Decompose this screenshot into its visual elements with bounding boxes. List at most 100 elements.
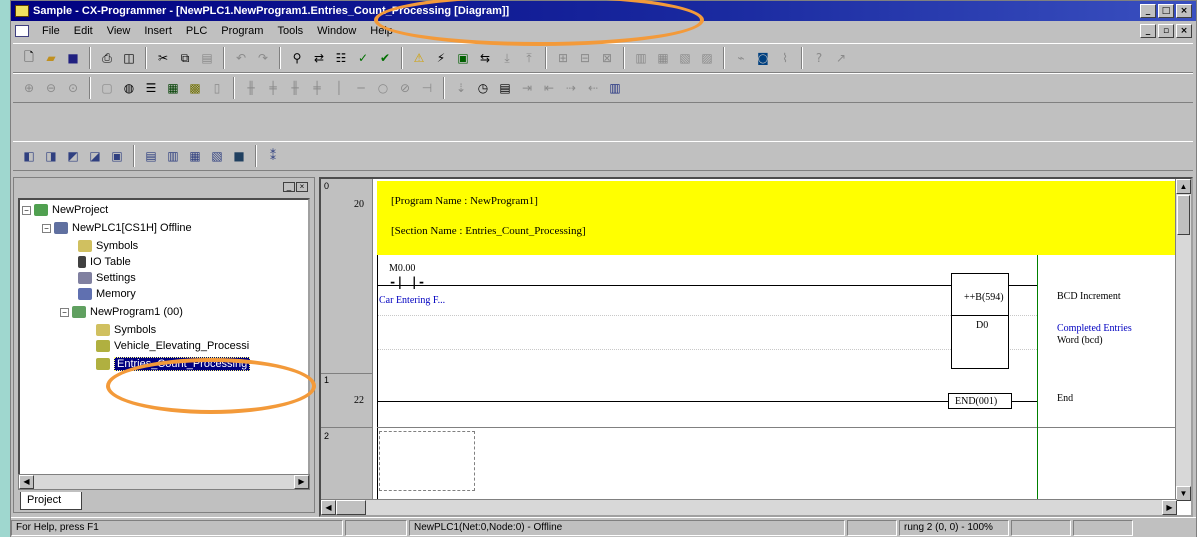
clock-icon[interactable]: ◷	[473, 78, 493, 98]
maximize-button[interactable]: □	[1158, 4, 1174, 18]
contact-nc-icon[interactable]: ╪	[263, 78, 283, 98]
menu-insert[interactable]: Insert	[137, 25, 179, 37]
print-icon[interactable]: ⎙	[97, 48, 117, 68]
scroll-right-icon[interactable]: ▶	[1162, 500, 1177, 515]
download-icon[interactable]: ⤓	[497, 48, 517, 68]
pane-minimize-icon[interactable]: _	[283, 182, 295, 192]
end-instruction-block[interactable]: END(001)	[948, 393, 1012, 409]
memory-view-icon[interactable]: ■	[229, 146, 249, 166]
tree-item-io-table[interactable]: IO Table	[78, 254, 131, 270]
horizontal-line-icon[interactable]: ─	[351, 78, 371, 98]
title-bar[interactable]: Sample - CX-Programmer - [NewPLC1.NewPro…	[11, 1, 1196, 21]
instruction-block[interactable]: ++B(594) D0	[951, 273, 1009, 369]
menu-help[interactable]: Help	[363, 25, 400, 37]
scroll-thumb[interactable]	[336, 500, 366, 515]
select-mode-icon[interactable]: ▢	[97, 78, 117, 98]
scroll-up-icon[interactable]: ▲	[1176, 179, 1191, 194]
calendar-icon[interactable]: ▤	[495, 78, 515, 98]
collapse-icon[interactable]: −	[22, 205, 31, 215]
compile-icon[interactable]: ✓	[353, 48, 373, 68]
output-window-icon[interactable]: ◨	[41, 146, 61, 166]
scroll-left-icon[interactable]: ◀	[321, 500, 336, 515]
zoom-fit-icon[interactable]: ⊙	[63, 78, 83, 98]
contact-no-icon[interactable]: ╫	[241, 78, 261, 98]
cross-reference-icon[interactable]: ☷	[331, 48, 351, 68]
tree-item-program[interactable]: − NewProgram1 (00)	[60, 304, 183, 320]
menu-window[interactable]: Window	[310, 25, 363, 37]
goto-icon[interactable]: ⇢	[561, 78, 581, 98]
menu-plc[interactable]: PLC	[179, 25, 214, 37]
scroll-right-icon[interactable]: ▶	[294, 475, 309, 489]
contact-or-no-icon[interactable]: ╫	[285, 78, 305, 98]
differential-monitor-icon[interactable]: ⌁	[731, 48, 751, 68]
scroll-down-icon[interactable]: ▼	[1176, 486, 1191, 501]
jump-back-icon[interactable]: ⇤	[539, 78, 559, 98]
collapse-icon[interactable]: −	[60, 307, 69, 317]
copy-icon[interactable]: ⧉	[175, 48, 195, 68]
set-icon[interactable]: ▨	[697, 48, 717, 68]
diagram-horizontal-scrollbar[interactable]: ◀ ▶	[321, 499, 1177, 515]
tree-item-program-symbols[interactable]: Symbols	[96, 322, 156, 338]
project-window-icon[interactable]: ◧	[19, 146, 39, 166]
block-icon[interactable]: ▥	[605, 78, 625, 98]
redo-icon[interactable]: ↷	[253, 48, 273, 68]
scroll-thumb[interactable]	[1177, 195, 1190, 235]
cut-icon[interactable]: ✂	[153, 48, 173, 68]
replace-icon[interactable]: ⇄	[309, 48, 329, 68]
tree-item-memory[interactable]: Memory	[78, 286, 136, 302]
monitor-icon[interactable]: ▣	[453, 48, 473, 68]
menu-tools[interactable]: Tools	[270, 25, 310, 37]
global-symbols-icon[interactable]: ▧	[207, 146, 227, 166]
show-rung-annotation-icon[interactable]: ▩	[185, 78, 205, 98]
coil-no-icon[interactable]: ○	[373, 78, 393, 98]
paste-icon[interactable]: ▤	[197, 48, 217, 68]
zoom-in-icon[interactable]: ⊕	[19, 78, 39, 98]
contact-no-symbol[interactable]: -| |-	[389, 275, 425, 289]
mnemonic-view-icon[interactable]: ▥	[163, 146, 183, 166]
menu-file[interactable]: File	[35, 25, 67, 37]
pane-close-icon[interactable]: ×	[296, 182, 308, 192]
diagram-vertical-scrollbar[interactable]: ▲ ▼	[1175, 179, 1191, 501]
mdi-close-button[interactable]: ×	[1176, 24, 1192, 38]
close-button[interactable]: ×	[1176, 4, 1192, 18]
data-trace-icon[interactable]: ◙	[753, 48, 773, 68]
menu-edit[interactable]: Edit	[67, 25, 100, 37]
undo-icon[interactable]: ↶	[231, 48, 251, 68]
help-icon[interactable]: ?	[809, 48, 829, 68]
tree-item-section-vehicle[interactable]: Vehicle_Elevating_Processi	[96, 338, 249, 354]
menu-program[interactable]: Program	[214, 25, 270, 37]
scroll-left-icon[interactable]: ◀	[19, 475, 34, 489]
tree-item-project[interactable]: − NewProject	[22, 202, 108, 218]
online-edit-cancel-icon[interactable]: ⊠	[597, 48, 617, 68]
document-icon[interactable]	[15, 25, 29, 37]
print-preview-icon[interactable]: ◫	[119, 48, 139, 68]
transfer-icon[interactable]: ⇆	[475, 48, 495, 68]
tab-project[interactable]: Project	[20, 492, 82, 510]
contact-or-nc-icon[interactable]: ╪	[307, 78, 327, 98]
online-icon[interactable]: ⚡	[431, 48, 451, 68]
tree-item-symbols[interactable]: Symbols	[78, 238, 138, 254]
local-symbols-icon[interactable]: ▦	[185, 146, 205, 166]
jump-icon[interactable]: ⇥	[517, 78, 537, 98]
menu-view[interactable]: View	[100, 25, 138, 37]
compile-all-icon[interactable]: ✔	[375, 48, 395, 68]
address-reference-icon[interactable]: ◪	[85, 146, 105, 166]
context-help-icon[interactable]: ↗	[831, 48, 851, 68]
cursor-cell[interactable]	[379, 431, 475, 491]
online-edit-icon[interactable]: ⊞	[553, 48, 573, 68]
ladder-diagram[interactable]: 0 20 1 22 2 [Program Name : NewProgram1]…	[319, 177, 1193, 517]
bit-status-icon[interactable]: ⇣	[451, 78, 471, 98]
watch-window-icon[interactable]: ◩	[63, 146, 83, 166]
tree-item-settings[interactable]: Settings	[78, 270, 136, 286]
force-off-icon[interactable]: ▦	[653, 48, 673, 68]
tree-item-plc[interactable]: − NewPLC1[CS1H] Offline	[42, 220, 192, 236]
collapse-icon[interactable]: −	[42, 223, 51, 233]
warning-icon[interactable]: ⚠	[409, 48, 429, 68]
rung-bookmark-icon[interactable]: ▦	[163, 78, 183, 98]
save-icon[interactable]: ■	[63, 48, 83, 68]
mdi-minimize-button[interactable]: _	[1140, 24, 1156, 38]
ladder-view-icon[interactable]: ▤	[141, 146, 161, 166]
zoom-out-icon[interactable]: ⊖	[41, 78, 61, 98]
upload-icon[interactable]: ⤒	[519, 48, 539, 68]
open-folder-icon[interactable]: ▰	[41, 48, 61, 68]
